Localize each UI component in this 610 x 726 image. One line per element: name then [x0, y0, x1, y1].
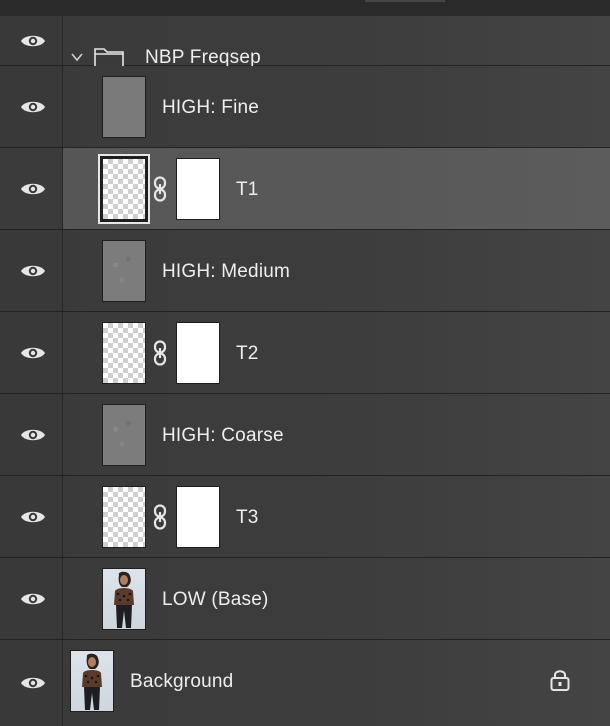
photo-thumbnail[interactable]: [70, 650, 114, 712]
visibility-column: [0, 476, 63, 557]
portrait-image: [114, 571, 134, 628]
visibility-column: [0, 230, 63, 311]
eye-icon[interactable]: [20, 344, 46, 362]
layer-thumbnail[interactable]: [102, 322, 146, 384]
layer-row-selected[interactable]: T1: [0, 148, 610, 230]
eye-icon[interactable]: [20, 98, 46, 116]
layer-row[interactable]: T2: [0, 312, 610, 394]
layer-row-group[interactable]: NBP Freqsep: [0, 16, 610, 68]
panel-header-strip: [0, 0, 610, 16]
visibility-column: [0, 394, 63, 475]
visibility-column: [0, 558, 63, 639]
layer-name: T2: [236, 343, 259, 364]
layer-row[interactable]: LOW (Base): [0, 558, 610, 640]
eye-icon[interactable]: [20, 180, 46, 198]
layer-thumbnail[interactable]: [102, 158, 146, 220]
layer-thumbnail[interactable]: [102, 240, 146, 302]
layer-thumbnail[interactable]: [102, 486, 146, 548]
chain-link-icon[interactable]: [152, 504, 168, 530]
layer-name: HIGH: Medium: [162, 261, 291, 282]
chevron-down-icon[interactable]: [70, 50, 84, 64]
layer-row[interactable]: HIGH: Fine: [0, 66, 610, 148]
layer-name: T1: [236, 179, 259, 200]
mask-thumbnail[interactable]: [176, 486, 220, 548]
chain-link-icon[interactable]: [152, 176, 168, 202]
layer-name: HIGH: Coarse: [162, 425, 284, 446]
layer-name: LOW (Base): [162, 589, 269, 610]
visibility-column: [0, 640, 63, 726]
eye-icon[interactable]: [20, 262, 46, 280]
drag-grip[interactable]: [365, 0, 445, 2]
eye-icon[interactable]: [20, 32, 46, 50]
visibility-column: [0, 148, 63, 229]
layer-row[interactable]: HIGH: Coarse: [0, 394, 610, 476]
layer-row[interactable]: T3: [0, 476, 610, 558]
visibility-column: [0, 66, 63, 147]
eye-icon[interactable]: [20, 590, 46, 608]
layer-name: Background: [130, 671, 234, 692]
mask-thumbnail[interactable]: [176, 158, 220, 220]
lock-icon[interactable]: [549, 668, 571, 692]
visibility-column: [0, 16, 63, 65]
chain-link-icon[interactable]: [152, 340, 168, 366]
layer-name: T3: [236, 507, 259, 528]
layer-row-background[interactable]: Background: [0, 640, 610, 726]
photo-thumbnail[interactable]: [102, 568, 146, 630]
layer-thumbnail[interactable]: [102, 404, 146, 466]
eye-icon[interactable]: [20, 426, 46, 444]
eye-icon[interactable]: [20, 508, 46, 526]
layer-name: HIGH: Fine: [162, 97, 260, 118]
portrait-image: [82, 653, 102, 710]
eye-icon[interactable]: [20, 674, 46, 692]
mask-thumbnail[interactable]: [176, 322, 220, 384]
layer-thumbnail[interactable]: [102, 76, 146, 138]
visibility-column: [0, 312, 63, 393]
layers-panel: NBP Freqsep HIGH: Fine T1 HIGH: Medium T…: [0, 0, 610, 726]
layer-row[interactable]: HIGH: Medium: [0, 230, 610, 312]
folder-icon: [94, 48, 124, 68]
